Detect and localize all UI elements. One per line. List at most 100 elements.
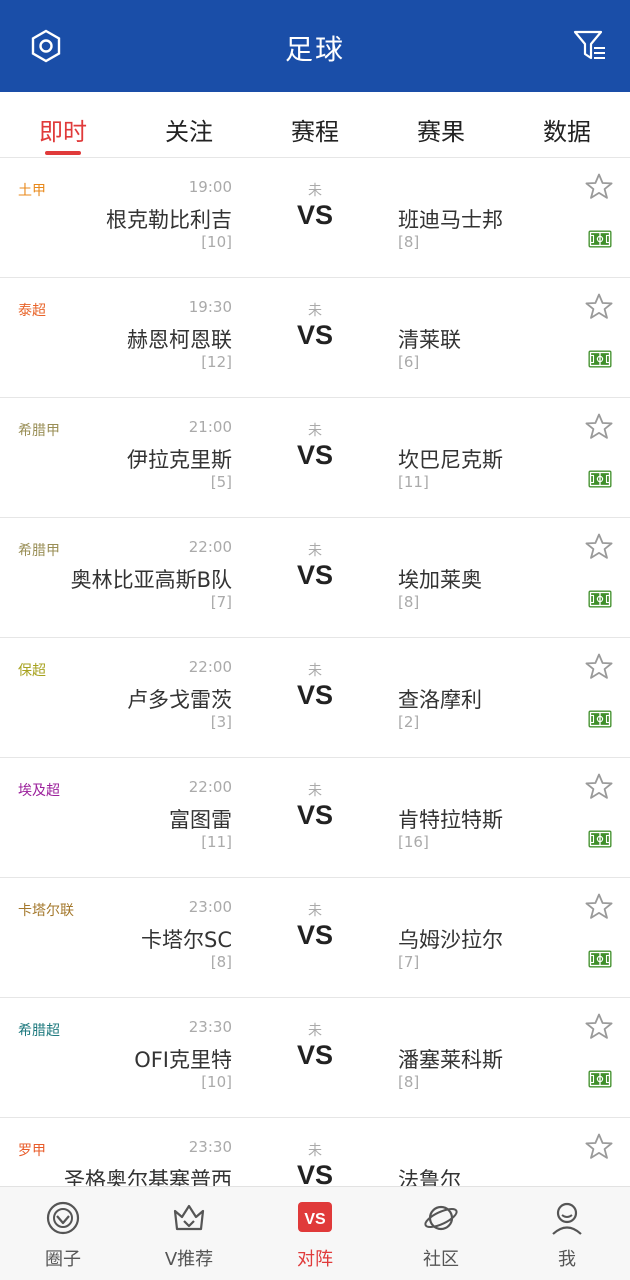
tab-data[interactable]: 数据 [504, 92, 630, 157]
vs-label: VS [296, 680, 334, 710]
away-team: 清莱联 [398, 328, 461, 352]
match-row[interactable]: 希腊甲 21:00 伊拉克里斯 [5] 未 VS 坎巴尼克斯 [11] [0, 398, 630, 518]
vs-label: VS [296, 1040, 334, 1070]
home-rank: [10] [201, 233, 232, 251]
away-rank: [11] [398, 473, 429, 491]
match-status: 未 [308, 423, 322, 439]
match-status: 未 [308, 303, 322, 319]
home-rank: [10] [201, 1073, 232, 1091]
vs-label: VS [296, 1160, 334, 1186]
home-rank: [5] [210, 473, 232, 491]
away-team: 坎巴尼克斯 [398, 448, 503, 472]
nav-circle[interactable]: 圈子 [0, 1187, 126, 1280]
planet-icon [422, 1199, 460, 1237]
pitch-icon[interactable] [588, 1070, 612, 1088]
match-list: 土甲 19:00 根克勒比利吉 [10] 未 VS 班迪马士邦 [8] 泰超 1… [0, 158, 630, 1186]
vs-label: VS [296, 320, 334, 350]
away-rank: [6] [398, 353, 420, 371]
bottom-nav: 圈子 V推荐 VS 对阵 社区 我 [0, 1186, 630, 1280]
vs-label: VS [296, 440, 334, 470]
vs-label: VS [296, 560, 334, 590]
match-status: 未 [308, 543, 322, 559]
tab-label: 赛程 [291, 118, 339, 146]
match-status: 未 [308, 903, 322, 919]
match-row[interactable]: 希腊甲 22:00 奥林比亚高斯B队 [7] 未 VS 埃加莱奥 [8] [0, 518, 630, 638]
nav-label: 对阵 [297, 1249, 333, 1270]
away-rank: [8] [398, 233, 420, 251]
nav-v-recommend[interactable]: V推荐 [126, 1187, 252, 1280]
star-icon[interactable] [584, 172, 614, 202]
pitch-icon[interactable] [588, 470, 612, 488]
vs-badge-icon: VS [296, 1199, 334, 1237]
match-row[interactable]: 泰超 19:30 赫恩柯恩联 [12] 未 VS 清莱联 [6] [0, 278, 630, 398]
tab-results[interactable]: 赛果 [378, 92, 504, 157]
vs-label: VS [296, 920, 334, 950]
vs-label: VS [296, 800, 334, 830]
star-icon[interactable] [584, 412, 614, 442]
svg-text:VS: VS [304, 1211, 326, 1228]
match-status: 未 [308, 1143, 322, 1159]
crown-recommend-icon [170, 1199, 208, 1237]
nav-me[interactable]: 我 [504, 1187, 630, 1280]
match-row[interactable]: 卡塔尔联 23:00 卡塔尔SC [8] 未 VS 乌姆沙拉尔 [7] [0, 878, 630, 998]
app-header: 足球 [0, 0, 630, 92]
home-rank: [7] [210, 593, 232, 611]
away-team: 乌姆沙拉尔 [398, 928, 503, 952]
star-icon[interactable] [584, 892, 614, 922]
nav-label: 圈子 [45, 1249, 81, 1270]
away-rank: [7] [398, 953, 420, 971]
tab-label: 赛果 [417, 118, 465, 146]
away-team: 班迪马士邦 [398, 208, 503, 232]
pitch-icon[interactable] [588, 950, 612, 968]
pitch-icon[interactable] [588, 350, 612, 368]
tab-follow[interactable]: 关注 [126, 92, 252, 157]
away-team: 肯特拉特斯 [398, 808, 503, 832]
pitch-icon[interactable] [588, 710, 612, 728]
nav-label: 社区 [423, 1249, 459, 1270]
star-icon[interactable] [584, 1132, 614, 1162]
away-team: 埃加莱奥 [398, 568, 482, 592]
away-rank: [8] [398, 1073, 420, 1091]
user-icon [548, 1199, 586, 1237]
away-rank: [8] [398, 593, 420, 611]
nav-label: 我 [558, 1249, 576, 1270]
match-status: 未 [308, 1023, 322, 1039]
star-icon[interactable] [584, 292, 614, 322]
home-rank: [11] [201, 833, 232, 851]
away-team: 潘塞莱科斯 [398, 1048, 503, 1072]
pitch-icon[interactable] [588, 830, 612, 848]
tab-label: 即时 [39, 118, 87, 146]
circle-heart-icon [44, 1199, 82, 1237]
match-row[interactable]: 土甲 19:00 根克勒比利吉 [10] 未 VS 班迪马士邦 [8] [0, 158, 630, 278]
match-row[interactable]: 保超 22:00 卢多戈雷茨 [3] 未 VS 查洛摩利 [2] [0, 638, 630, 758]
star-icon[interactable] [584, 652, 614, 682]
vs-label: VS [296, 200, 334, 230]
match-row[interactable]: 埃及超 22:00 富图雷 [11] 未 VS 肯特拉特斯 [16] [0, 758, 630, 878]
nav-label: V推荐 [164, 1249, 214, 1270]
pitch-icon[interactable] [588, 590, 612, 608]
nav-matchup[interactable]: VS 对阵 [252, 1187, 378, 1280]
match-row[interactable]: 罗甲 23:30 圣格奥尔基塞普西 未 VS 法鲁尔 [0, 1118, 630, 1186]
home-rank: [12] [201, 353, 232, 371]
match-status: 未 [308, 783, 322, 799]
tab-label: 数据 [543, 118, 591, 146]
away-rank: [2] [398, 713, 420, 731]
nav-community[interactable]: 社区 [378, 1187, 504, 1280]
tab-bar: 即时 关注 赛程 赛果 数据 [0, 92, 630, 158]
match-status: 未 [308, 663, 322, 679]
star-icon[interactable] [584, 1012, 614, 1042]
tab-live[interactable]: 即时 [0, 92, 126, 157]
filter-icon[interactable] [572, 28, 608, 64]
pitch-icon[interactable] [588, 230, 612, 248]
away-team: 法鲁尔 [398, 1168, 461, 1186]
star-icon[interactable] [584, 772, 614, 802]
away-team: 查洛摩利 [398, 688, 482, 712]
away-rank: [16] [398, 833, 429, 851]
match-status: 未 [308, 183, 322, 199]
tab-schedule[interactable]: 赛程 [252, 92, 378, 157]
match-row[interactable]: 希腊超 23:30 OFI克里特 [10] 未 VS 潘塞莱科斯 [8] [0, 998, 630, 1118]
home-rank: [3] [210, 713, 232, 731]
page-title: 足球 [284, 33, 345, 66]
star-icon[interactable] [584, 532, 614, 562]
tab-label: 关注 [165, 118, 213, 146]
